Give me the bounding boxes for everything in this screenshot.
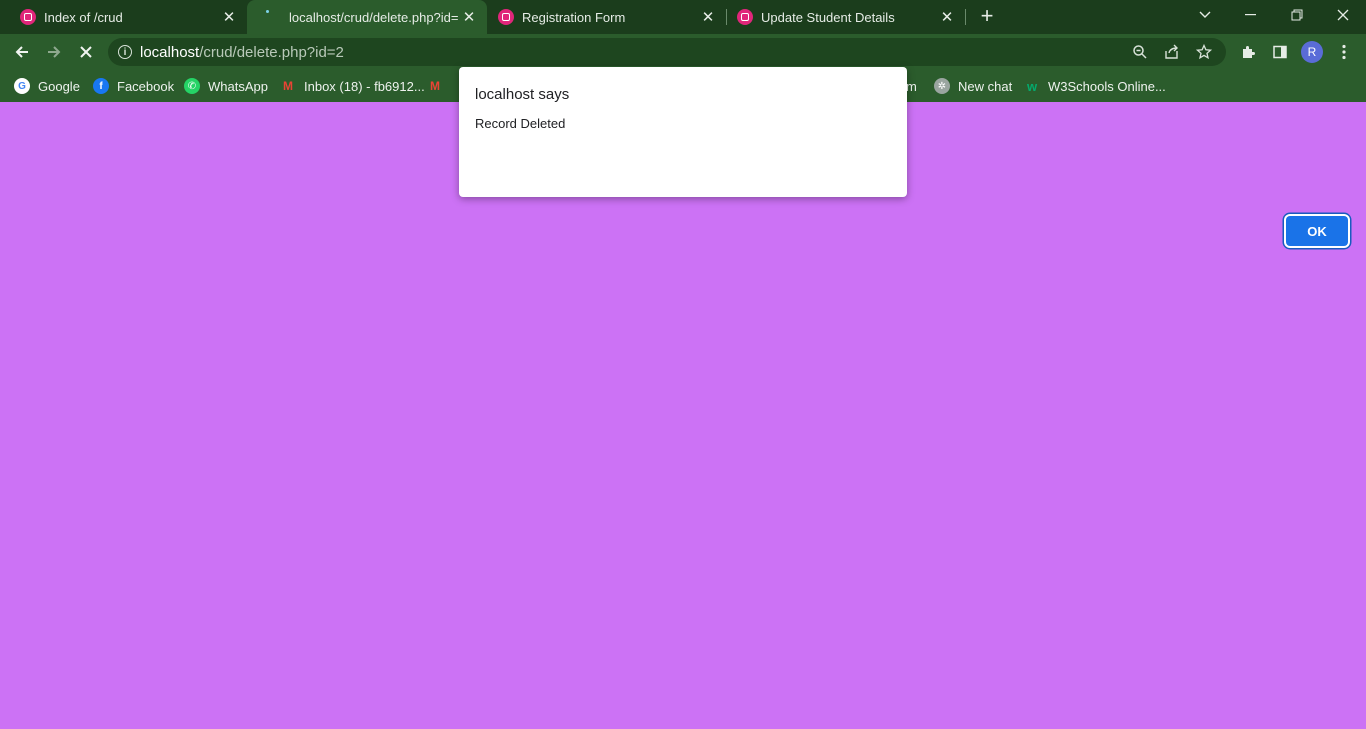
close-icon bbox=[1337, 9, 1349, 21]
arrow-right-icon bbox=[48, 46, 61, 58]
gmail-icon: M bbox=[283, 79, 293, 93]
tab-delete-php[interactable]: localhost/crud/delete.php?id=2 ✕ bbox=[247, 0, 487, 34]
new-tab-button[interactable]: + bbox=[976, 3, 998, 28]
url-host: localhost bbox=[140, 43, 200, 61]
bookmark-label: Facebook bbox=[117, 78, 175, 94]
tab-title: localhost/crud/delete.php?id=2 bbox=[289, 9, 459, 25]
avatar: R bbox=[1301, 41, 1323, 63]
tab-divider bbox=[965, 9, 966, 25]
bookmark-label: m bbox=[906, 78, 917, 94]
tab-title: Registration Form bbox=[522, 9, 626, 25]
profile-button[interactable]: R bbox=[1296, 38, 1328, 66]
chatgpt-icon: ✲ bbox=[934, 78, 950, 94]
minimize-icon bbox=[1245, 14, 1256, 16]
restore-button[interactable] bbox=[1274, 0, 1320, 30]
bookmark-gmail-inbox[interactable]: M Inbox (18) - fb6912... bbox=[280, 76, 425, 96]
extensions-icon[interactable] bbox=[1232, 38, 1264, 66]
menu-kebab-icon[interactable] bbox=[1328, 38, 1360, 66]
tab-index-of-crud[interactable]: Index of /crud ✕ bbox=[0, 0, 247, 34]
minimize-button[interactable] bbox=[1228, 0, 1274, 30]
bookmark-facebook[interactable]: f Facebook bbox=[93, 76, 174, 96]
dialog-message: Record Deleted bbox=[475, 116, 566, 131]
loading-spinner-icon bbox=[265, 9, 281, 25]
bookmark-partial[interactable]: m bbox=[906, 76, 917, 96]
tab-registration-form[interactable]: Registration Form ✕ bbox=[487, 0, 726, 34]
bookmark-label: New chat bbox=[958, 78, 1013, 94]
tab-search-button[interactable] bbox=[1182, 0, 1228, 30]
bookmark-label: W3Schools Online... bbox=[1048, 78, 1166, 94]
facebook-icon: f bbox=[93, 78, 109, 94]
alert-dialog: localhost says Record Deleted OK bbox=[459, 67, 1348, 246]
close-icon[interactable]: ✕ bbox=[937, 7, 957, 27]
close-window-button[interactable] bbox=[1320, 0, 1366, 30]
close-icon[interactable]: ✕ bbox=[698, 7, 718, 27]
close-icon[interactable]: ✕ bbox=[219, 7, 239, 27]
whatsapp-icon: ✆ bbox=[184, 78, 200, 94]
bookmark-gmail[interactable]: M bbox=[430, 76, 440, 96]
forward-button[interactable] bbox=[40, 38, 68, 66]
bookmark-whatsapp[interactable]: ✆ WhatsApp bbox=[184, 76, 268, 96]
wamp-favicon-icon bbox=[20, 9, 36, 25]
tab-update-student-details[interactable]: Update Student Details ✕ bbox=[727, 0, 965, 34]
share-icon[interactable] bbox=[1156, 38, 1188, 66]
browser-toolbar: i localhost/crud/delete.php?id=2 R bbox=[0, 34, 1366, 70]
google-icon: G bbox=[14, 78, 30, 94]
ok-button[interactable]: OK bbox=[1286, 216, 1348, 246]
wamp-favicon-icon bbox=[498, 9, 514, 25]
close-icon[interactable]: ✕ bbox=[459, 7, 479, 27]
restore-icon bbox=[1291, 9, 1303, 21]
w3schools-icon: w bbox=[1026, 78, 1038, 94]
address-bar-actions bbox=[1124, 38, 1220, 66]
info-icon[interactable]: i bbox=[118, 45, 132, 59]
stop-icon bbox=[80, 46, 92, 58]
gmail-icon: M bbox=[430, 79, 440, 93]
toolbar-right: R bbox=[1232, 38, 1360, 66]
star-icon[interactable] bbox=[1188, 38, 1220, 66]
side-panel-icon[interactable] bbox=[1264, 38, 1296, 66]
bookmark-new-chat[interactable]: ✲ New chat bbox=[934, 76, 1012, 96]
back-button[interactable] bbox=[8, 38, 36, 66]
bookmark-label: WhatsApp bbox=[208, 78, 268, 94]
zoom-icon[interactable] bbox=[1124, 38, 1156, 66]
dialog-title: localhost says bbox=[475, 86, 570, 103]
tab-title: Update Student Details bbox=[761, 9, 895, 25]
arrow-left-icon bbox=[15, 46, 28, 58]
url-path: /crud/delete.php?id=2 bbox=[199, 43, 344, 61]
wamp-favicon-icon bbox=[737, 9, 753, 25]
tab-title: Index of /crud bbox=[44, 9, 123, 25]
stop-loading-button[interactable] bbox=[72, 38, 100, 66]
bookmark-google[interactable]: G Google bbox=[14, 76, 80, 96]
chevron-down-icon bbox=[1199, 11, 1211, 18]
bookmark-w3schools[interactable]: w W3Schools Online... bbox=[1024, 76, 1166, 96]
address-bar[interactable]: i localhost/crud/delete.php?id=2 bbox=[108, 38, 1226, 66]
bookmark-label: Google bbox=[38, 78, 80, 94]
bookmark-label: Inbox (18) - fb6912... bbox=[304, 78, 425, 94]
tab-strip: Index of /crud ✕ localhost/crud/delete.p… bbox=[0, 0, 1366, 34]
